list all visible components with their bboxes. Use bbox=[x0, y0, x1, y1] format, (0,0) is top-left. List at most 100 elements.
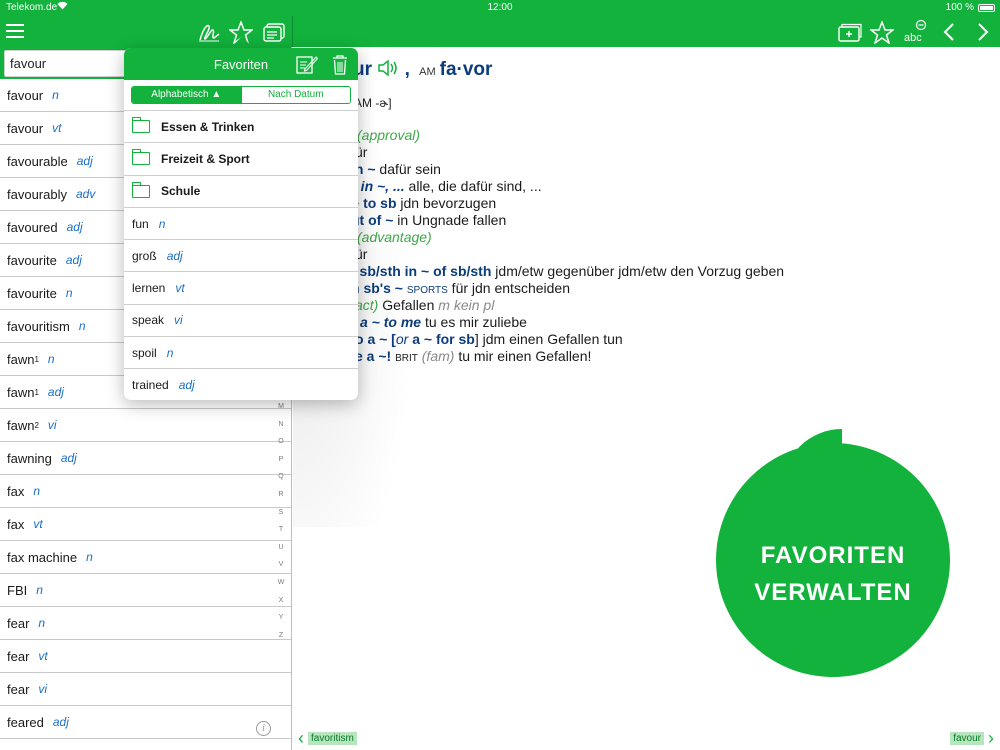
part-of-speech: adj bbox=[66, 220, 83, 234]
alphabet-index-letter[interactable]: R bbox=[274, 491, 288, 498]
status-bar: Telekom.de 12:00 100 % bbox=[0, 0, 1000, 16]
word-text: favourable bbox=[7, 153, 68, 169]
favorite-word: speak bbox=[132, 313, 165, 328]
alphabet-index-letter[interactable]: O bbox=[274, 438, 288, 445]
promo-line-1: FAVORITEN bbox=[760, 542, 906, 569]
prev-entry-label[interactable]: favoritism bbox=[308, 731, 357, 745]
part-of-speech: n bbox=[65, 286, 73, 300]
word-list-item[interactable]: fear vi bbox=[0, 673, 291, 706]
word-list-item[interactable]: fax n bbox=[0, 475, 291, 508]
phrase-line: e in ~, ... alle, die dafür sind, ... bbox=[349, 178, 542, 194]
part-of-speech: n bbox=[78, 319, 86, 333]
word-list-item[interactable]: fax vt bbox=[0, 508, 291, 541]
word-list-item[interactable]: fawn 2 vi bbox=[0, 409, 291, 442]
sense-act: act) Gefallen m kein pl bbox=[355, 297, 495, 313]
back-chevron-icon[interactable] bbox=[940, 21, 958, 43]
alphabet-index-letter[interactable]: S bbox=[274, 509, 288, 516]
font-size-icon[interactable]: abc bbox=[902, 19, 928, 45]
phrase-line: ~ to sb jdn bevorzugen bbox=[351, 195, 497, 211]
folder-name: Essen & Trinken bbox=[161, 119, 255, 134]
phrase-line: e a ~! BRIT (fam) tu mir einen Gefallen! bbox=[355, 348, 592, 364]
add-card-icon[interactable] bbox=[838, 22, 862, 42]
toolbar-divider bbox=[292, 16, 293, 47]
part-of-speech: vi bbox=[174, 313, 183, 328]
phrase-line: a ~ to me tu es mir zuliebe bbox=[360, 314, 527, 330]
favorite-item[interactable]: trained adj bbox=[124, 368, 358, 400]
edit-icon[interactable] bbox=[296, 54, 318, 74]
alphabet-index-letter[interactable]: T bbox=[274, 526, 288, 533]
chevron-right-icon: › bbox=[988, 728, 994, 748]
alphabet-index-letter[interactable]: U bbox=[274, 544, 288, 551]
alphabet-index-letter[interactable]: Q bbox=[274, 473, 288, 480]
next-entry-label[interactable]: favour bbox=[950, 731, 984, 745]
word-text: favouritism bbox=[7, 318, 70, 334]
handwriting-icon[interactable] bbox=[197, 20, 221, 44]
chevron-left-icon: ‹ bbox=[298, 728, 304, 748]
pronunciation: AM -ɚ] bbox=[354, 96, 392, 110]
popover-arrow bbox=[231, 36, 253, 48]
part-of-speech: n bbox=[33, 484, 41, 498]
alphabet-index-letter[interactable]: W bbox=[274, 579, 288, 586]
phrase-line: o a ~ [or a ~ for sb] jdm einen Gefallen… bbox=[355, 331, 623, 347]
word-text: fax bbox=[7, 483, 25, 499]
phrase-line: t sb/sth in ~ of sb/sth jdm/etw gegenübe… bbox=[351, 263, 785, 279]
forward-chevron-icon[interactable] bbox=[974, 21, 992, 43]
part-of-speech: n bbox=[47, 352, 55, 366]
favorites-list: Essen & Trinken Freizeit & Sport Schule fun… bbox=[124, 110, 358, 400]
info-icon[interactable]: i bbox=[256, 721, 271, 736]
battery-percent: 100 % bbox=[945, 2, 974, 13]
word-list-item[interactable]: fear vt bbox=[0, 640, 291, 673]
word-text: fear bbox=[7, 648, 30, 664]
word-text: fax bbox=[7, 516, 25, 532]
sense-advantage: (advantage) bbox=[357, 229, 432, 245]
favorite-item[interactable]: speak vi bbox=[124, 303, 358, 336]
prev-entry-nav[interactable]: ‹ favoritism bbox=[298, 728, 357, 748]
word-text: favour bbox=[7, 120, 44, 136]
favorite-item[interactable]: groß adj bbox=[124, 239, 358, 271]
folder-icon bbox=[132, 117, 150, 134]
favorite-item[interactable]: fun n bbox=[124, 206, 358, 239]
sense-approval: (approval) bbox=[357, 127, 421, 143]
favorites-folder[interactable]: Schule bbox=[124, 174, 358, 207]
menu-icon[interactable] bbox=[6, 24, 24, 38]
favorites-folder[interactable]: Freizeit & Sport bbox=[124, 142, 358, 174]
part-of-speech: adj bbox=[76, 154, 93, 168]
alphabet-index-letter[interactable]: N bbox=[274, 421, 288, 428]
word-text: fear bbox=[7, 681, 30, 697]
word-text: favourably bbox=[7, 186, 67, 202]
part-of-speech: adj bbox=[47, 385, 64, 399]
alphabet-index-letter[interactable]: Z bbox=[274, 632, 288, 639]
word-text: fear bbox=[7, 615, 30, 631]
word-list-item[interactable]: fawning adj bbox=[0, 442, 291, 475]
favorite-star-icon[interactable] bbox=[870, 20, 894, 44]
word-list-item[interactable]: FBI n bbox=[0, 574, 291, 607]
part-of-speech: n bbox=[166, 345, 174, 360]
am-label: AM bbox=[419, 66, 436, 78]
alphabet-index-letter[interactable]: M bbox=[274, 403, 288, 410]
speaker-icon[interactable] bbox=[377, 59, 404, 80]
word-text: fawn bbox=[7, 384, 35, 400]
part-of-speech: vi bbox=[38, 682, 48, 696]
folder-name: Freizeit & Sport bbox=[161, 151, 250, 166]
alphabet-index-letter[interactable]: P bbox=[274, 456, 288, 463]
alphabet-index-letter[interactable]: X bbox=[274, 597, 288, 604]
part-of-speech: vt bbox=[38, 649, 48, 663]
favorite-item[interactable]: spoil n bbox=[124, 336, 358, 368]
favorites-folder[interactable]: Essen & Trinken bbox=[124, 110, 358, 142]
folder-icon bbox=[132, 181, 150, 198]
flashcards-icon[interactable] bbox=[262, 21, 286, 43]
font-size-label: abc bbox=[904, 32, 922, 44]
word-list-item[interactable]: feared adj bbox=[0, 706, 291, 739]
next-entry-nav[interactable]: favour › bbox=[950, 728, 994, 748]
trash-icon[interactable] bbox=[331, 53, 349, 75]
alphabet-index-letter[interactable]: V bbox=[274, 561, 288, 568]
alphabet-index-letter[interactable]: Y bbox=[274, 614, 288, 621]
favorite-word: fun bbox=[132, 216, 149, 231]
sort-by-date-tab[interactable]: Nach Datum bbox=[240, 87, 350, 103]
favorite-item[interactable]: lernen vt bbox=[124, 271, 358, 303]
word-list-item[interactable]: fear n bbox=[0, 607, 291, 640]
battery-icon bbox=[978, 4, 995, 12]
word-list-item[interactable]: fax machine n bbox=[0, 541, 291, 574]
favorite-word: spoil bbox=[132, 345, 157, 360]
sort-alphabetical-tab[interactable]: Alphabetisch ▲ bbox=[132, 87, 241, 103]
